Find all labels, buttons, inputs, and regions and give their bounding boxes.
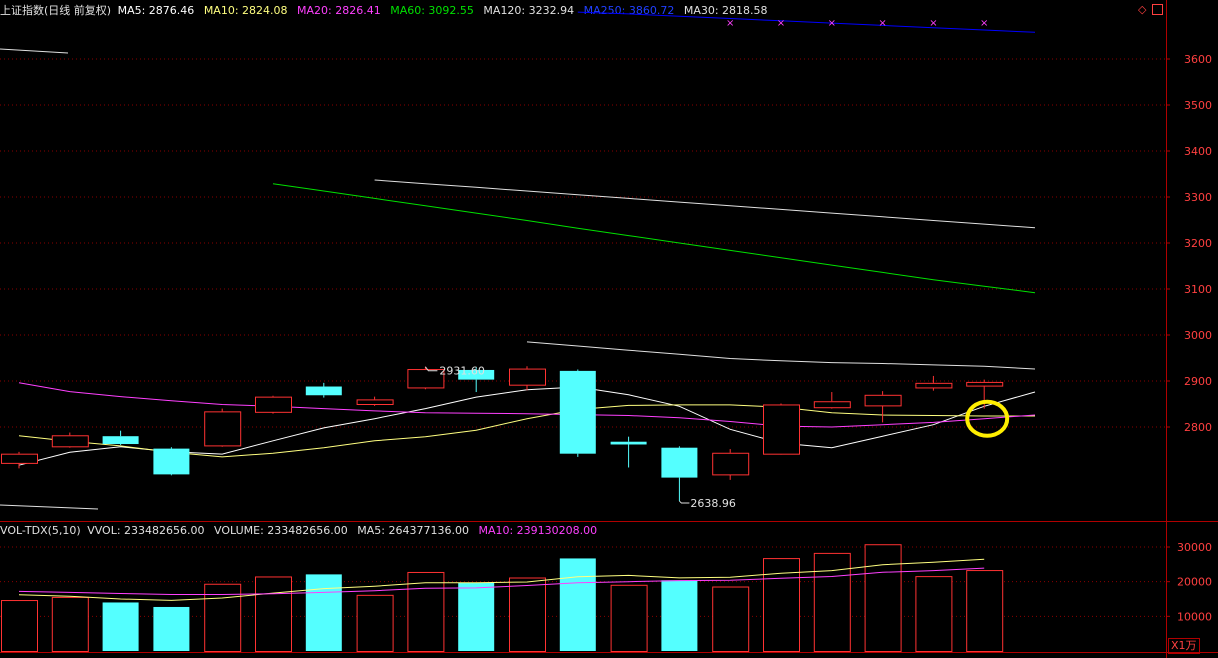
volume-tick-label: 20000 — [1177, 576, 1212, 589]
ma-tail-segment — [0, 504, 99, 510]
ma120-line — [374, 179, 1036, 229]
y-tick-label: 3600 — [1184, 53, 1212, 66]
candle-body — [763, 404, 800, 455]
candle-body — [915, 382, 953, 389]
y-tick-label: 3300 — [1184, 191, 1212, 204]
volume-bar — [255, 576, 292, 653]
volume-bar — [1, 600, 38, 652]
candle-body — [51, 435, 89, 448]
candle-body — [610, 441, 647, 445]
volume-bar — [966, 570, 1004, 652]
candlestick-chart[interactable]: 2800 2900 3000 3100 3200 3300 3400 3500 3600 1000… — [0, 0, 1218, 658]
signal-marker: × — [929, 18, 937, 29]
volume-bar — [864, 544, 902, 653]
volume-bar — [407, 571, 445, 653]
y-tick-label: 3000 — [1184, 329, 1212, 342]
signal-marker: × — [878, 18, 886, 29]
volume-bar — [305, 574, 342, 651]
signal-marker: × — [828, 18, 836, 29]
volume-bar — [356, 594, 394, 653]
volume-bar — [813, 552, 851, 652]
y-tick-label: 2800 — [1184, 421, 1212, 434]
candle-body — [813, 401, 851, 409]
volume-tick-label: 30000 — [1177, 541, 1212, 554]
ma-tail-segment — [0, 48, 69, 54]
candle-body — [966, 381, 1004, 387]
volume-bar — [51, 596, 89, 652]
candle-body — [1, 453, 38, 464]
ma30-line — [526, 341, 1036, 370]
low-price-label: 2638.96 — [690, 497, 736, 510]
volume-bar — [458, 582, 495, 651]
candle-body — [255, 396, 292, 413]
candle-body — [509, 368, 546, 386]
candle-body — [305, 386, 342, 396]
volume-bar — [102, 602, 139, 651]
candle-body — [712, 452, 750, 476]
candle-body — [356, 399, 394, 405]
signal-marker: × — [726, 18, 734, 29]
high-price-label: 2931.60 — [439, 365, 485, 378]
volume-bar — [712, 586, 750, 653]
volume-tick-label: 10000 — [1177, 610, 1212, 623]
volume-bar — [153, 606, 190, 651]
volume-bar — [509, 577, 546, 652]
candle-body — [204, 411, 242, 447]
volume-bar — [661, 580, 698, 651]
y-tick-label: 3200 — [1184, 237, 1212, 250]
signal-marker: × — [980, 18, 988, 29]
volume-bar — [559, 558, 596, 651]
candle-body — [153, 448, 190, 475]
signal-marker: × — [777, 18, 785, 29]
volume-bar — [610, 584, 648, 653]
volume-bar — [915, 576, 953, 652]
y-tick-label: 3100 — [1184, 283, 1212, 296]
candle-body — [661, 447, 698, 478]
ma250-line — [577, 11, 1036, 33]
candle-body — [102, 436, 139, 445]
y-tick-label: 3500 — [1184, 99, 1212, 112]
candle-body — [559, 370, 596, 454]
candle-body — [864, 394, 902, 407]
low-marker — [679, 500, 690, 504]
y-tick-label: 3400 — [1184, 145, 1212, 158]
y-tick-label: 2900 — [1184, 375, 1212, 388]
